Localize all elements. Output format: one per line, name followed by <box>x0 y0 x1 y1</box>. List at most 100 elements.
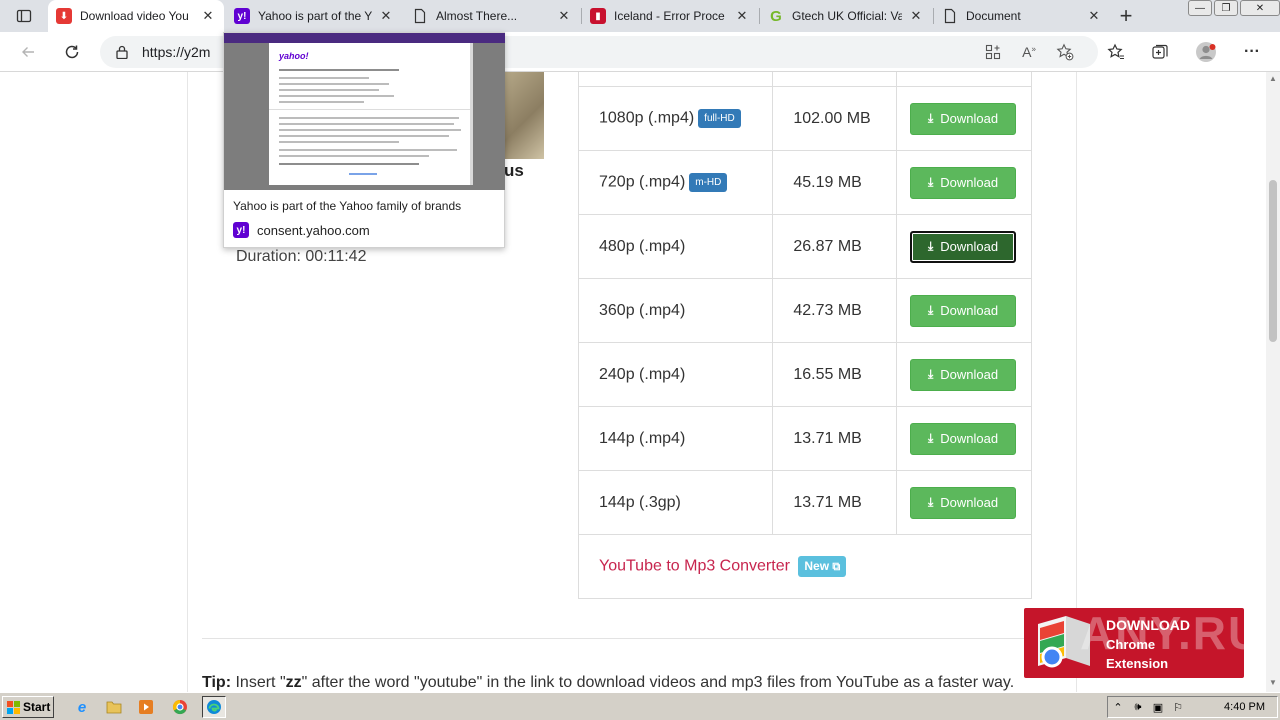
page-border-right <box>1076 72 1077 692</box>
favorites-button[interactable] <box>1102 38 1130 66</box>
close-window-button[interactable]: ✕ <box>1240 0 1280 16</box>
restore-button[interactable]: ❐ <box>1214 0 1238 16</box>
download-button[interactable]: ⤓ Download <box>910 166 1017 199</box>
minimize-button[interactable]: — <box>1188 0 1212 16</box>
new-tab-button[interactable]: + <box>1112 2 1140 30</box>
windows-logo-icon <box>7 700 20 714</box>
extension-line-3: Extension <box>1106 656 1169 671</box>
file-size-cell: 26.87 MB <box>772 214 898 279</box>
external-link-icon: ⧉ <box>832 561 841 573</box>
scroll-up-arrow[interactable]: ▲ <box>1268 74 1278 84</box>
add-favorite-button[interactable] <box>1051 38 1079 66</box>
download-button[interactable]: ⤓ Download <box>910 102 1017 135</box>
yahoo-icon: y! <box>234 8 250 24</box>
table-cell <box>577 72 774 87</box>
collections-button[interactable] <box>1146 38 1174 66</box>
tab-gtech[interactable]: G Gtech UK Official: Va ✕ <box>760 0 932 32</box>
preview-text-line <box>279 155 429 157</box>
read-aloud-button[interactable]: A» <box>1015 38 1043 66</box>
taskbar-folder[interactable] <box>102 696 126 718</box>
chrome-extension-banner[interactable]: ANY.RUN DOWNLOAD Chrome Extension <box>1024 608 1244 678</box>
file-size-cell: 13.71 MB <box>772 406 898 471</box>
video-title: us <box>504 161 524 180</box>
close-icon[interactable]: ✕ <box>1086 8 1102 24</box>
apps-icon <box>985 44 1001 60</box>
collections-icon <box>1152 44 1168 59</box>
quality-label: 144p (.mp4) <box>599 429 686 447</box>
download-label: Download <box>940 367 999 382</box>
browser-toolbar: https://y2m A» ··· <box>0 32 1280 72</box>
network-icon[interactable]: ▣ <box>1148 701 1168 714</box>
tab-actions-button[interactable] <box>8 4 40 28</box>
page-viewport: us Duration: 00:11:42 1080p (.mp4) full-H… <box>0 72 1266 692</box>
action-cell: ⤓ Download <box>896 342 1032 407</box>
page-scrollbar[interactable]: ▲ ▼ <box>1266 72 1280 692</box>
download-label: Download <box>940 495 999 510</box>
new-badge[interactable]: New ⧉ <box>798 556 847 577</box>
tab-title: Yahoo is part of the Y <box>258 9 372 23</box>
taskbar-chrome[interactable] <box>168 696 192 718</box>
close-icon[interactable]: ✕ <box>734 8 750 24</box>
preview-text-line <box>279 123 454 125</box>
extension-line-2: Chrome <box>1106 637 1156 652</box>
preview-text-line <box>279 101 364 103</box>
clock[interactable]: 4:40 PM <box>1224 701 1265 713</box>
settings-more-button[interactable]: ··· <box>1238 38 1266 66</box>
table-cell <box>772 72 898 87</box>
table-row: 360p (.mp4) 42.73 MB ⤓ Download <box>577 278 1032 343</box>
preview-text-line <box>279 141 399 143</box>
download-button[interactable]: ⤓ Download <box>910 486 1017 519</box>
download-icon: ⤓ <box>927 495 934 509</box>
scroll-down-arrow[interactable]: ▼ <box>1268 678 1278 688</box>
converter-cell: YouTube to Mp3 Converter New ⧉ <box>578 534 1032 599</box>
mp3-converter-link[interactable]: YouTube to Mp3 Converter <box>599 558 790 575</box>
back-button[interactable] <box>14 38 42 66</box>
refresh-button[interactable] <box>58 38 86 66</box>
iceland-icon: ▮ <box>590 8 606 24</box>
download-label: Download <box>940 111 999 126</box>
tab-preview-image: yahoo! <box>224 33 505 190</box>
tab-document[interactable]: Document ✕ <box>934 0 1110 32</box>
volume-icon[interactable]: 🕪 <box>1128 701 1148 714</box>
document-icon <box>414 8 426 24</box>
more-icon: ··· <box>1244 43 1260 60</box>
arrow-left-icon <box>22 47 34 57</box>
tip-before: Insert " <box>235 674 286 691</box>
table-row: 480p (.mp4) 26.87 MB ⤓ Download <box>577 214 1032 279</box>
system-tray: ⌃ 🕪 ▣ ⚐ 4:40 PM <box>1107 696 1278 718</box>
download-button[interactable]: ⤓ Download <box>910 422 1017 455</box>
preview-text-line <box>279 149 457 151</box>
preview-text-line <box>279 95 394 97</box>
close-icon[interactable]: ✕ <box>556 8 572 24</box>
close-icon[interactable]: ✕ <box>378 8 394 24</box>
y2mate-download-icon: ⬇ <box>56 8 72 24</box>
close-icon[interactable]: ✕ <box>200 8 216 24</box>
download-icon: ⤓ <box>927 367 934 381</box>
tray-expand-icon[interactable]: ⌃ <box>1108 701 1128 714</box>
taskbar-ie[interactable]: e <box>70 696 94 718</box>
quality-cell: 144p (.mp4) <box>577 406 774 471</box>
download-button[interactable]: ⤓ Download <box>910 230 1017 263</box>
start-button[interactable]: Start <box>2 696 54 718</box>
scrollbar-thumb[interactable] <box>1269 180 1277 342</box>
yahoo-icon: y! <box>233 222 249 238</box>
tab-iceland[interactable]: ▮ Iceland - Error Proce ✕ <box>582 0 758 32</box>
profile-button[interactable] <box>1192 38 1220 66</box>
table-row: 144p (.3gp) 13.71 MB ⤓ Download <box>577 470 1032 535</box>
quality-label: 1080p (.mp4) <box>599 109 695 127</box>
preview-text-line <box>279 69 399 71</box>
taskbar-media-player[interactable] <box>134 696 158 718</box>
flag-icon[interactable]: ⚐ <box>1168 701 1188 714</box>
tab-almost-there[interactable]: Almost There... ✕ <box>404 0 580 32</box>
download-button[interactable]: ⤓ Download <box>910 358 1017 391</box>
download-table: 1080p (.mp4) full-HD 102.00 MB ⤓ Download 720… <box>577 72 1032 599</box>
download-button[interactable]: ⤓ Download <box>910 294 1017 327</box>
tab-yahoo[interactable]: y! Yahoo is part of the Y ✕ <box>226 0 402 32</box>
download-label: Download <box>940 303 999 318</box>
tab-download-video[interactable]: ⬇ Download video You ✕ <box>48 0 224 32</box>
gtech-icon: G <box>770 7 782 25</box>
close-icon[interactable]: ✕ <box>908 8 924 24</box>
preview-text-line <box>279 117 459 119</box>
app-available-button[interactable] <box>979 38 1007 66</box>
taskbar-edge[interactable] <box>202 696 226 718</box>
